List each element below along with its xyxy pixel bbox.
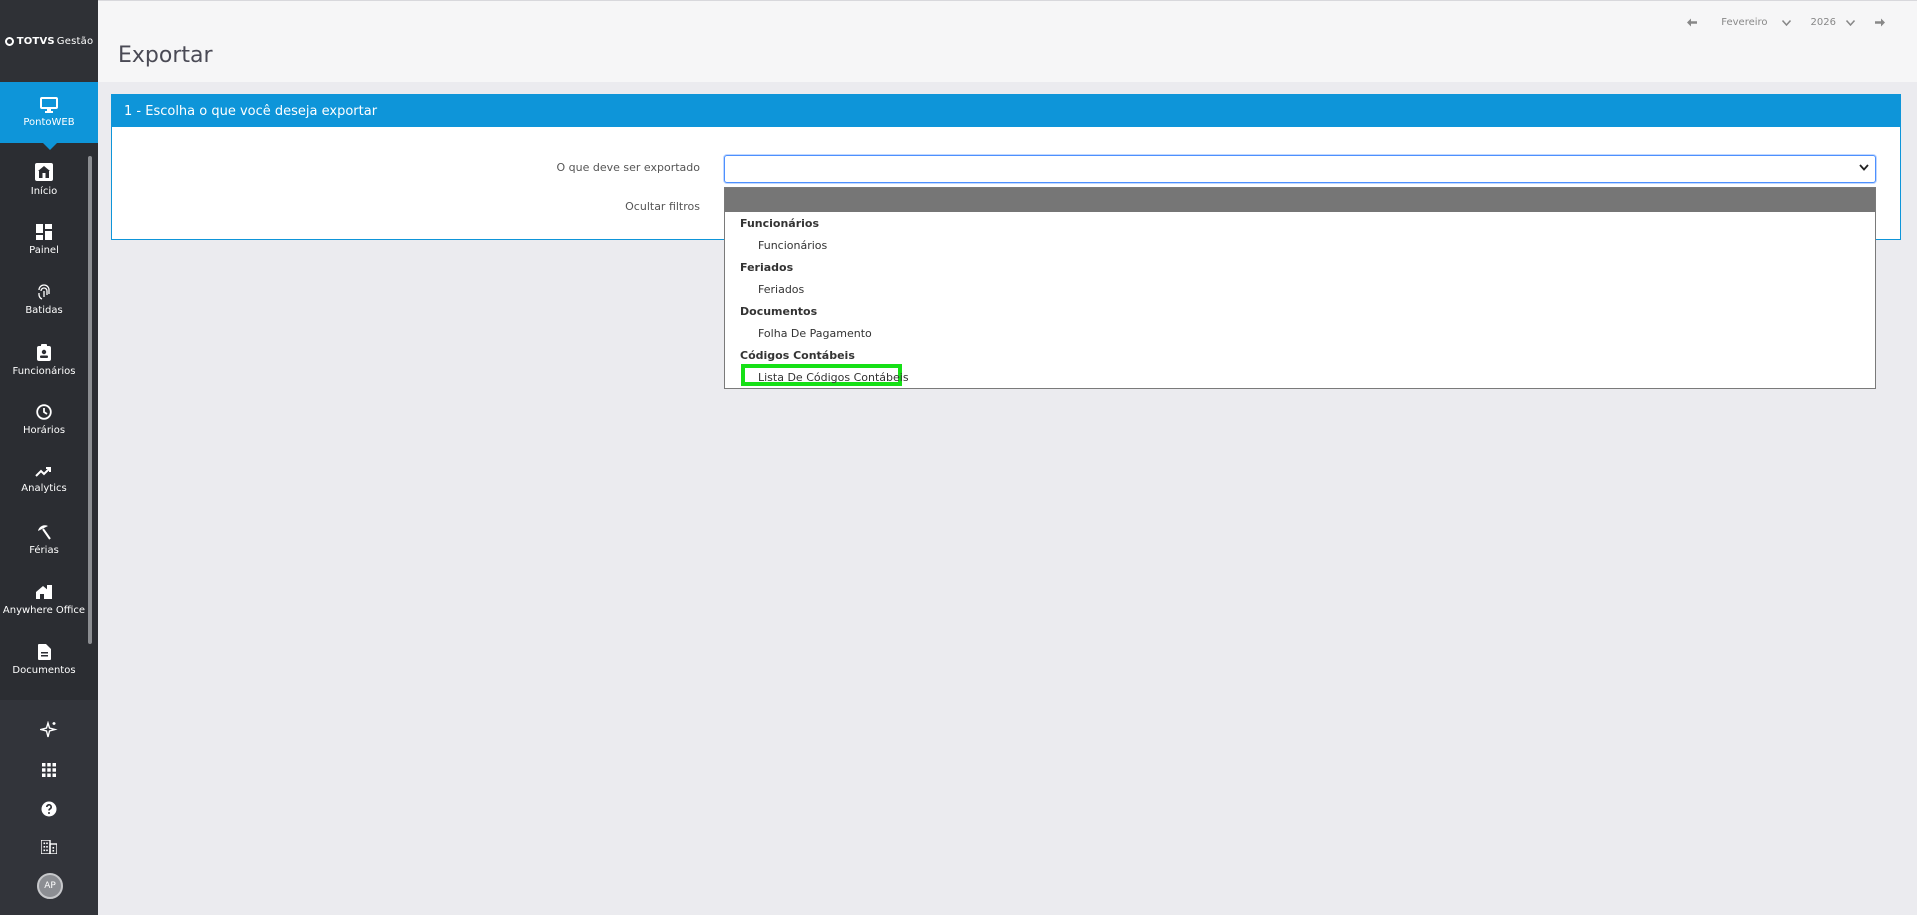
sidebar-nav: Início Painel Batidas Funcionários Horár…: [0, 150, 88, 690]
sidebar-item-label: Férias: [29, 545, 59, 556]
sidebar-item-inicio[interactable]: Início: [0, 150, 88, 210]
sidebar-item-funcionarios[interactable]: Funcionários: [0, 330, 88, 390]
clock-icon: [36, 404, 52, 420]
sidebar-item-label: Funcionários: [12, 365, 76, 377]
sparkle-icon: [40, 721, 58, 738]
brand-logo[interactable]: TOTVS Gestão: [0, 0, 98, 82]
dropdown-option-empty[interactable]: [725, 188, 1875, 212]
sidebar-item-label: Anywhere Office: [2, 605, 86, 616]
active-app-label: PontoWEB: [23, 117, 75, 128]
option-lista-de-codigos-contabeis[interactable]: Lista De Códigos Contábeis: [758, 371, 909, 384]
totvs-logo-icon: [4, 36, 14, 46]
page-title: Exportar: [118, 43, 213, 68]
grid-icon: [42, 763, 56, 777]
house-work-icon: [36, 585, 52, 599]
sidebar: TOTVS Gestão PontoWEB Início Painel Bati…: [0, 0, 98, 915]
apps-grid-button[interactable]: [38, 759, 60, 781]
monitor-icon: [40, 97, 58, 113]
chevron-down-icon: [1781, 19, 1791, 26]
user-initials: AP: [44, 881, 56, 891]
sidebar-item-label: Painel: [29, 245, 59, 256]
building-icon: [41, 840, 57, 854]
app-switcher-pontoweb[interactable]: PontoWEB: [0, 82, 98, 150]
month-value: Fevereiro: [1721, 17, 1768, 28]
home-icon: [35, 163, 53, 181]
optgroup-documentos: Documentos: [740, 305, 818, 318]
sidebar-item-label: Horários: [22, 425, 66, 436]
sidebar-item-batidas[interactable]: Batidas: [0, 270, 88, 330]
next-period-button[interactable]: [1875, 18, 1885, 27]
sidebar-item-label: Documentos: [12, 665, 76, 676]
chevron-down-icon: [1859, 164, 1869, 171]
option-feriados[interactable]: Feriados: [758, 283, 804, 296]
export-type-label: O que deve ser exportado: [556, 161, 701, 174]
sidebar-item-label: Início: [30, 186, 58, 197]
sidebar-item-painel[interactable]: Painel: [0, 210, 88, 270]
export-type-dropdown: Funcionários Funcionários Feriados Feria…: [724, 187, 1876, 389]
sidebar-item-label: Analytics: [21, 483, 67, 494]
document-icon: [37, 644, 51, 660]
optgroup-funcionarios: Funcionários: [740, 217, 820, 230]
help-icon: [41, 801, 57, 817]
fingerprint-icon: [38, 284, 50, 300]
sidebar-item-ferias[interactable]: Férias: [0, 510, 88, 570]
beach-umbrella-icon: [38, 525, 51, 540]
year-select[interactable]: 2026: [1811, 17, 1855, 28]
period-selector: Fevereiro 2026: [1687, 17, 1885, 28]
sidebar-item-anywhere-office[interactable]: Anywhere Office: [0, 570, 88, 630]
option-folha-de-pagamento[interactable]: Folha De Pagamento: [758, 327, 872, 340]
hide-filters-toggle[interactable]: Ocultar filtros: [400, 200, 700, 213]
trending-up-icon: [35, 467, 51, 477]
sidebar-item-label: Batidas: [25, 305, 63, 316]
ai-sparkle-button[interactable]: [38, 719, 60, 741]
optgroup-feriados: Feriados: [740, 261, 794, 274]
arrow-left-icon: [1687, 18, 1698, 27]
badge-icon: [37, 343, 51, 361]
chevron-down-icon: [1846, 19, 1855, 26]
option-funcionarios[interactable]: Funcionários: [758, 239, 827, 252]
previous-period-button[interactable]: [1687, 18, 1698, 27]
arrow-right-icon: [1875, 18, 1885, 27]
year-value: 2026: [1810, 17, 1836, 28]
panel-title: 1 - Escolha o que você deseja exportar: [112, 95, 1900, 127]
export-type-select[interactable]: [724, 155, 1876, 183]
sidebar-scrollbar[interactable]: [88, 156, 92, 644]
sidebar-item-horarios[interactable]: Horários: [0, 390, 88, 450]
help-button[interactable]: [38, 798, 60, 820]
brand-suffix: Gestão: [56, 35, 94, 47]
company-button[interactable]: [38, 836, 60, 858]
page-header: Exportar Fevereiro 2026: [98, 0, 1917, 82]
month-select[interactable]: Fevereiro: [1721, 17, 1791, 28]
optgroup-codigos-contabeis: Códigos Contábeis: [740, 349, 855, 362]
sidebar-item-analytics[interactable]: Analytics: [0, 450, 88, 510]
dashboard-icon: [36, 224, 52, 240]
sidebar-item-documentos[interactable]: Documentos: [0, 630, 88, 690]
user-avatar[interactable]: AP: [37, 873, 63, 899]
brand-name: TOTVS: [16, 35, 55, 47]
